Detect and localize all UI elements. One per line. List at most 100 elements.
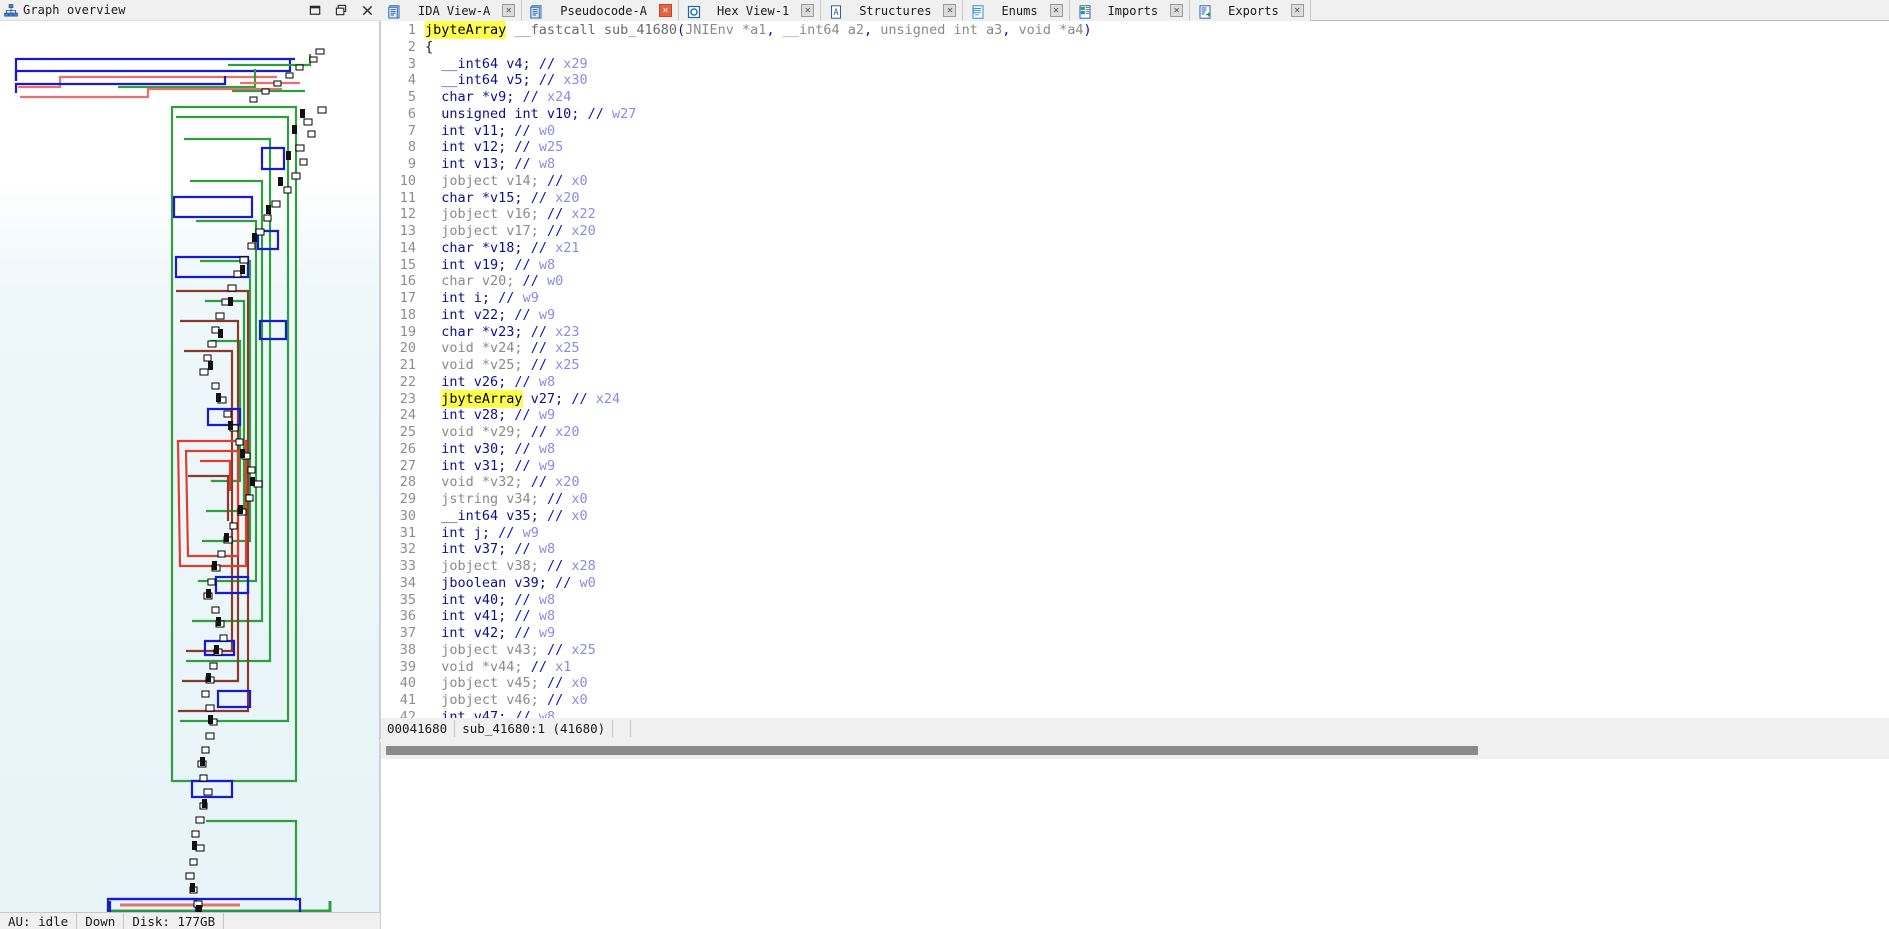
tab-close-icon[interactable]: ✕	[502, 4, 516, 17]
code-line[interactable]: 34 jboolean v39; // w0	[381, 575, 1889, 592]
code-line[interactable]: 4 __int64 v5; // x30	[381, 72, 1889, 89]
horizontal-scrollbar-thumb[interactable]	[386, 746, 1478, 755]
code-line-text[interactable]: jobject v43; // x25	[425, 642, 595, 659]
code-line-text[interactable]: int v47; // w8	[425, 709, 555, 718]
close-button[interactable]	[354, 1, 380, 20]
code-line[interactable]: 8 int v12; // w25	[381, 139, 1889, 156]
code-line-text[interactable]: {	[425, 39, 433, 56]
code-line[interactable]: 10 jobject v14; // x0	[381, 173, 1889, 190]
code-line[interactable]: 25 void *v29; // x20	[381, 424, 1889, 441]
code-line-text[interactable]: char *v15; // x20	[425, 190, 579, 207]
code-line-text[interactable]: int v13; // w8	[425, 156, 555, 173]
code-line-text[interactable]: void *v44; // x1	[425, 659, 571, 676]
code-line-text[interactable]: char *v9; // x24	[425, 89, 571, 106]
code-line[interactable]: 9 int v13; // w8	[381, 156, 1889, 173]
code-line-text[interactable]: int v37; // w8	[425, 541, 555, 558]
code-line-text[interactable]: __int64 v4; // x29	[425, 56, 587, 73]
code-line[interactable]: 28 void *v32; // x20	[381, 474, 1889, 491]
code-line-text[interactable]: jobject v16; // x22	[425, 206, 595, 223]
tab-close-icon[interactable]: ✕	[658, 4, 672, 17]
code-line-text[interactable]: void *v24; // x25	[425, 340, 579, 357]
code-line[interactable]: 38 jobject v43; // x25	[381, 642, 1889, 659]
code-line-text[interactable]: int j; // w9	[425, 525, 539, 542]
code-line[interactable]: 39 void *v44; // x1	[381, 659, 1889, 676]
code-line-text[interactable]: int v11; // w0	[425, 123, 555, 140]
code-line-text[interactable]: int v12; // w25	[425, 139, 563, 156]
tab-enums[interactable]: Enums ✕	[963, 0, 1070, 21]
code-line-text[interactable]: int v42; // w9	[425, 625, 555, 642]
code-line-text[interactable]: jobject v14; // x0	[425, 173, 587, 190]
code-line[interactable]: 31 int j; // w9	[381, 525, 1889, 542]
code-line[interactable]: 19 char *v23; // x23	[381, 324, 1889, 341]
code-line[interactable]: 37 int v42; // w9	[381, 625, 1889, 642]
code-line[interactable]: 1 jbyteArray __fastcall sub_41680(JNIEnv …	[381, 21, 1889, 39]
code-line-text[interactable]: void *v29; // x20	[425, 424, 579, 441]
code-line[interactable]: 16 char v20; // w0	[381, 273, 1889, 290]
code-line[interactable]: 13 jobject v17; // x20	[381, 223, 1889, 240]
tab-close-icon[interactable]: ✕	[801, 4, 815, 17]
code-line-text[interactable]: int v26; // w8	[425, 374, 555, 391]
code-line[interactable]: 40 jobject v45; // x0	[381, 675, 1889, 692]
code-line-text[interactable]: int i; // w9	[425, 290, 539, 307]
code-line[interactable]: 22 int v26; // w8	[381, 374, 1889, 391]
code-line-text[interactable]: jobject v17; // x20	[425, 223, 595, 240]
code-line-text[interactable]: void *v25; // x25	[425, 357, 579, 374]
code-line-text[interactable]: jstring v34; // x0	[425, 491, 587, 508]
graph-overview-canvas[interactable]	[0, 21, 380, 912]
code-line[interactable]: 23 jbyteArray v27; // x24	[381, 389, 1889, 408]
tab-ida-view-a[interactable]: IDA View-A ✕	[380, 0, 523, 21]
code-line-text[interactable]: void *v32; // x20	[425, 474, 579, 491]
code-line-text[interactable]: char v20; // w0	[425, 273, 563, 290]
code-line[interactable]: 41 jobject v46; // x0	[381, 692, 1889, 709]
code-line[interactable]: 12 jobject v16; // x22	[381, 206, 1889, 223]
code-line-text[interactable]: jbyteArray __fastcall sub_41680(JNIEnv *…	[425, 21, 1092, 39]
tab-pseudocode-a[interactable]: Pseudocode-A ✕	[522, 0, 679, 22]
code-line[interactable]: 6 unsigned int v10; // w27	[381, 106, 1889, 123]
code-line[interactable]: 14 char *v18; // x21	[381, 240, 1889, 257]
code-line[interactable]: 29 jstring v34; // x0	[381, 491, 1889, 508]
code-line[interactable]: 42 int v47; // w8	[381, 709, 1889, 718]
tab-close-icon[interactable]: ✕	[1049, 4, 1063, 17]
code-line[interactable]: 18 int v22; // w9	[381, 307, 1889, 324]
code-line[interactable]: 36 int v41; // w8	[381, 608, 1889, 625]
tab-structures[interactable]: A Structures ✕	[821, 0, 964, 21]
code-line[interactable]: 33 jobject v38; // x28	[381, 558, 1889, 575]
pseudocode-viewport[interactable]: 1 jbyteArray __fastcall sub_41680(JNIEnv …	[380, 21, 1889, 718]
restore-button[interactable]	[328, 1, 354, 20]
code-line[interactable]: 21 void *v25; // x25	[381, 357, 1889, 374]
code-line[interactable]: 2{	[381, 39, 1889, 56]
code-line-text[interactable]: int v28; // w9	[425, 407, 555, 424]
code-line[interactable]: 26 int v30; // w8	[381, 441, 1889, 458]
code-line[interactable]: 17 int i; // w9	[381, 290, 1889, 307]
code-line-text[interactable]: jbyteArray v27; // x24	[425, 389, 620, 408]
code-line[interactable]: 15 int v19; // w8	[381, 257, 1889, 274]
code-line[interactable]: 11 char *v15; // x20	[381, 190, 1889, 207]
code-line-text[interactable]: jobject v38; // x28	[425, 558, 595, 575]
tab-close-icon[interactable]: ✕	[1170, 4, 1184, 17]
tab-exports[interactable]: Exports ✕	[1190, 0, 1311, 21]
code-line-text[interactable]: char *v23; // x23	[425, 324, 579, 341]
maximize-button[interactable]	[302, 1, 328, 20]
pseudocode-lines[interactable]: 1 jbyteArray __fastcall sub_41680(JNIEnv …	[381, 21, 1889, 718]
code-line[interactable]: 24 int v28; // w9	[381, 407, 1889, 424]
code-line[interactable]: 30 __int64 v35; // x0	[381, 508, 1889, 525]
code-line-text[interactable]: jobject v46; // x0	[425, 692, 587, 709]
tab-close-icon[interactable]: ✕	[943, 4, 957, 17]
horizontal-scrollbar[interactable]	[380, 742, 1889, 759]
code-line-text[interactable]: int v31; // w9	[425, 458, 555, 475]
code-line[interactable]: 32 int v37; // w8	[381, 541, 1889, 558]
code-line-text[interactable]: int v41; // w8	[425, 608, 555, 625]
code-line[interactable]: 35 int v40; // w8	[381, 592, 1889, 609]
tab-hex-view-1[interactable]: Hex View-1 ✕	[678, 0, 822, 21]
code-line[interactable]: 5 char *v9; // x24	[381, 89, 1889, 106]
code-line-text[interactable]: int v40; // w8	[425, 592, 555, 609]
code-line-text[interactable]: __int64 v35; // x0	[425, 508, 587, 525]
code-line-text[interactable]: char *v18; // x21	[425, 240, 579, 257]
code-line-text[interactable]: __int64 v5; // x30	[425, 72, 587, 89]
code-line-text[interactable]: unsigned int v10; // w27	[425, 106, 636, 123]
code-line[interactable]: 3 __int64 v4; // x29	[381, 56, 1889, 73]
code-line[interactable]: 27 int v31; // w9	[381, 458, 1889, 475]
tab-imports[interactable]: Imports ✕	[1069, 0, 1191, 21]
code-line-text[interactable]: int v22; // w9	[425, 307, 555, 324]
code-line[interactable]: 7 int v11; // w0	[381, 123, 1889, 140]
